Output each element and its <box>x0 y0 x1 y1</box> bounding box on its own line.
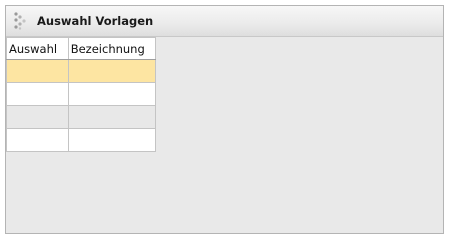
table-row[interactable] <box>6 105 157 129</box>
panel-title: Auswahl Vorlagen <box>37 14 154 28</box>
cell-bezeichnung[interactable] <box>67 128 157 152</box>
templates-panel: Auswahl Vorlagen Auswahl Bezeichnung <box>5 5 444 234</box>
grip-icon[interactable] <box>13 12 29 30</box>
cell-bezeichnung[interactable] <box>67 105 157 129</box>
panel-header: Auswahl Vorlagen <box>6 6 443 37</box>
column-header-auswahl[interactable]: Auswahl <box>6 37 69 60</box>
cell-auswahl[interactable] <box>6 59 69 83</box>
cell-auswahl[interactable] <box>6 105 69 129</box>
table-row[interactable] <box>6 128 157 152</box>
cell-bezeichnung[interactable] <box>67 59 157 83</box>
table-row[interactable] <box>6 82 157 106</box>
column-header-bezeichnung[interactable]: Bezeichnung <box>67 37 157 60</box>
table-row[interactable] <box>6 59 157 83</box>
table-header-row: Auswahl Bezeichnung <box>6 37 157 60</box>
cell-auswahl[interactable] <box>6 128 69 152</box>
cell-bezeichnung[interactable] <box>67 82 157 106</box>
templates-table: Auswahl Bezeichnung <box>6 37 157 152</box>
cell-auswahl[interactable] <box>6 82 69 106</box>
